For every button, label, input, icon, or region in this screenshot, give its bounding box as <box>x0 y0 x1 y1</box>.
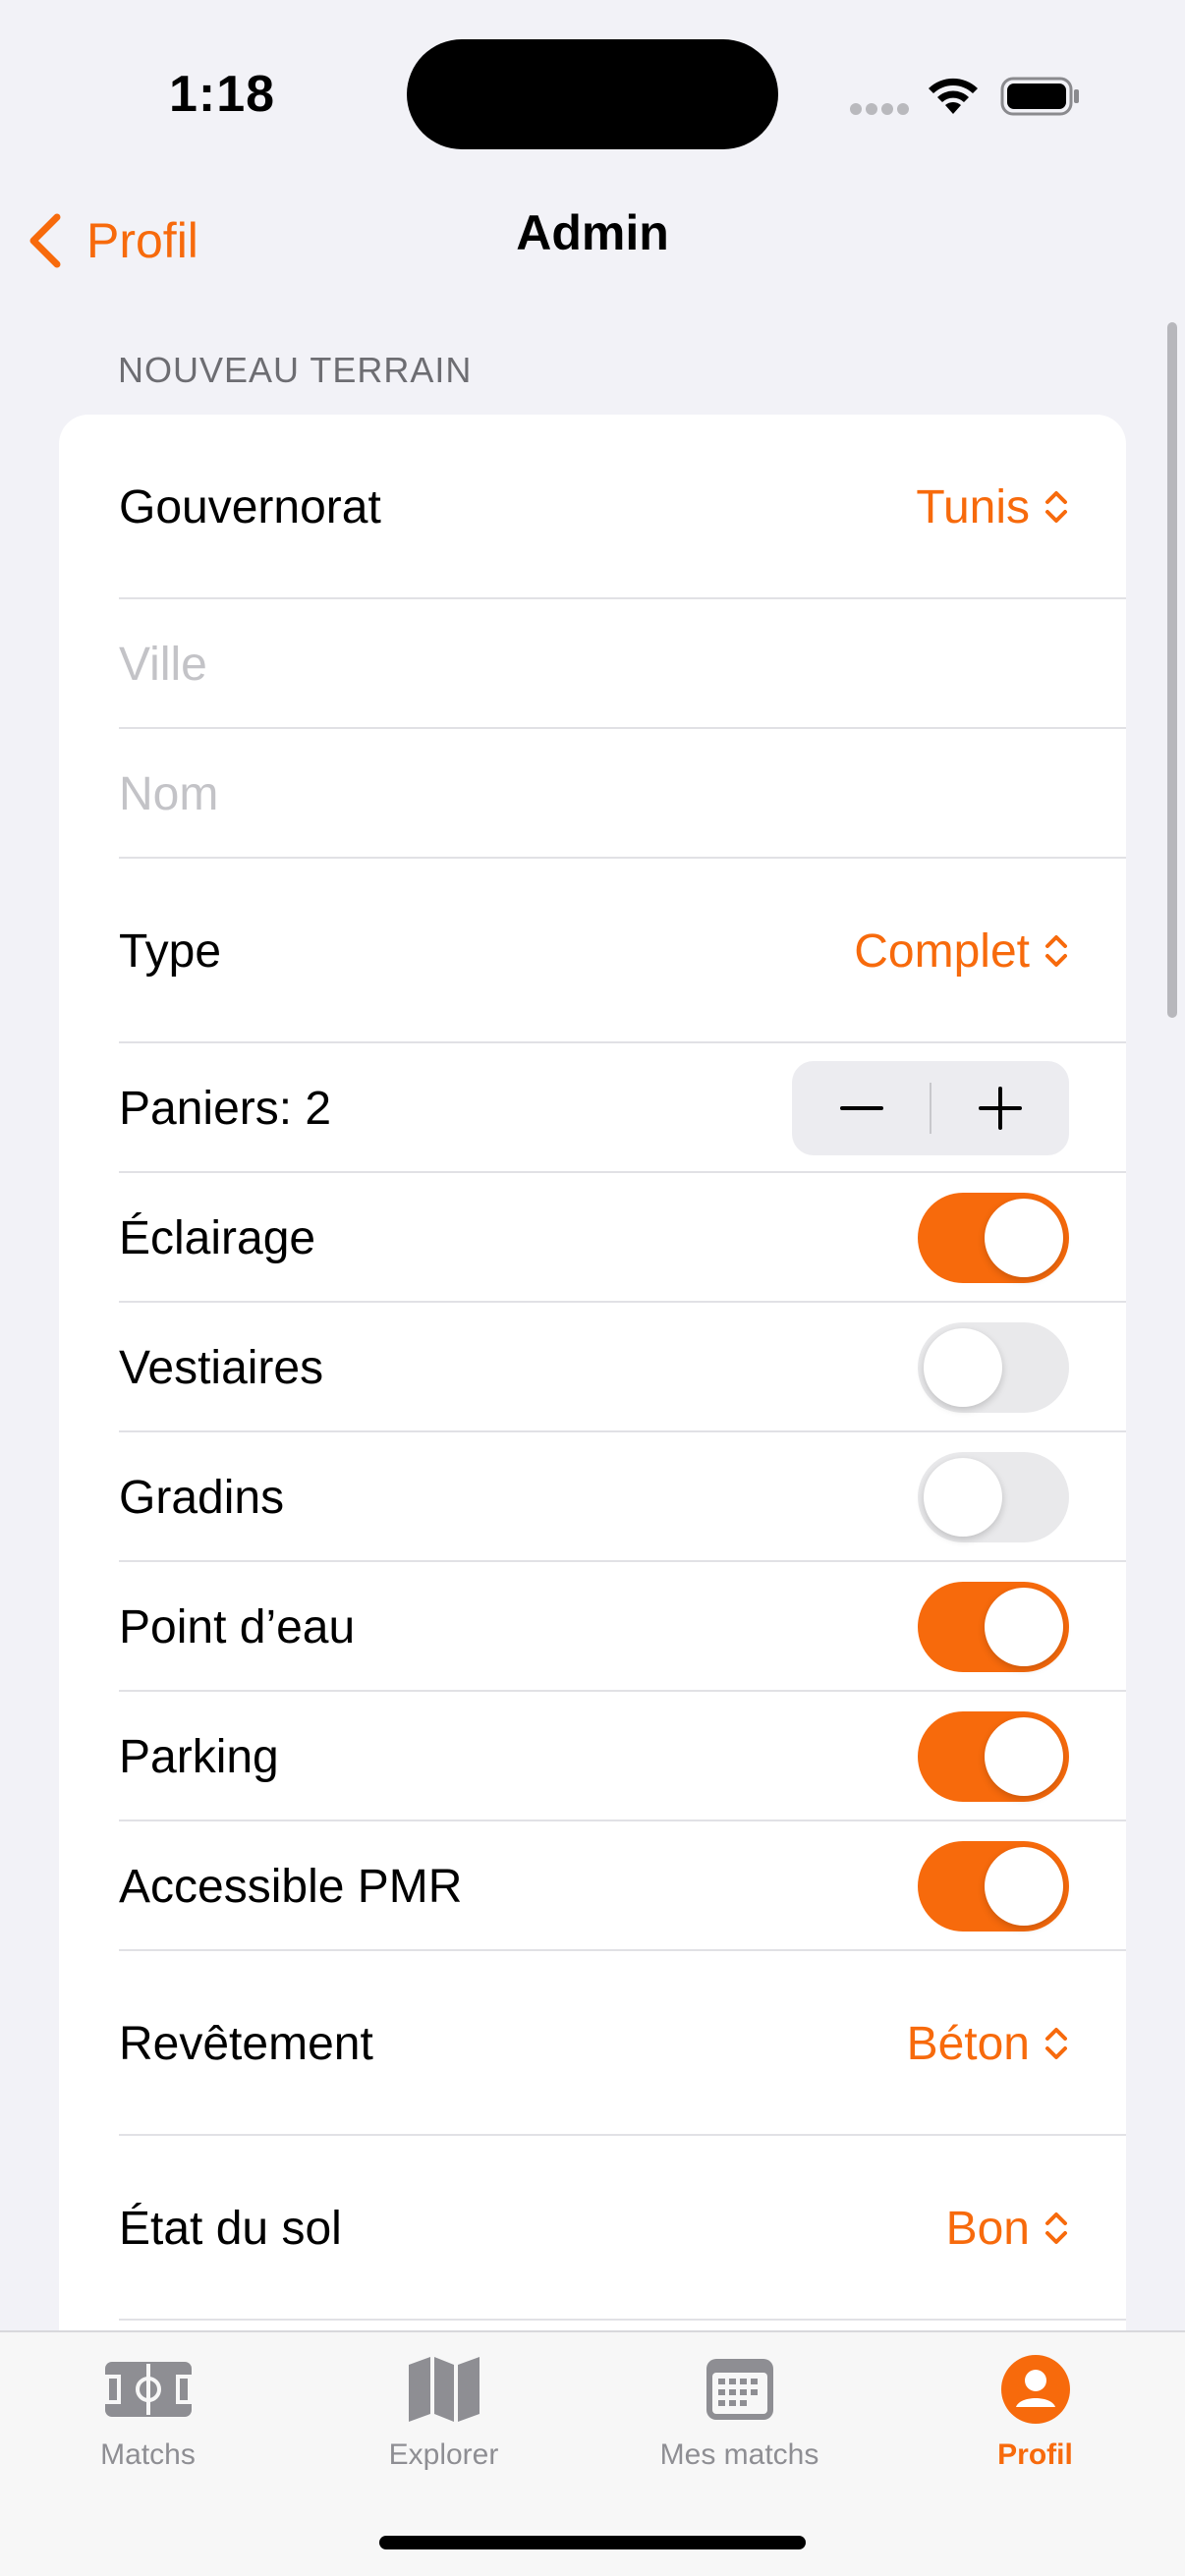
status-time: 1:18 <box>169 66 276 123</box>
toggle-row-point-deau: Point d’eau <box>59 1562 1126 1692</box>
tab-mes-matchs[interactable]: Mes matchs <box>592 2332 887 2490</box>
type-value: Complet <box>854 924 1030 978</box>
nom-field[interactable]: Nom <box>59 729 1126 859</box>
eclairage-label: Éclairage <box>119 1211 316 1264</box>
accessible-pmr-label: Accessible PMR <box>119 1860 463 1913</box>
vestiaires-label: Vestiaires <box>119 1341 324 1394</box>
ville-field[interactable]: Ville <box>59 599 1126 729</box>
paniers-stepper[interactable] <box>792 1061 1069 1155</box>
type-row[interactable]: Type Complet <box>59 859 1126 1043</box>
vestiaires-toggle[interactable] <box>918 1322 1069 1413</box>
point-deau-label: Point d’eau <box>119 1600 356 1653</box>
plus-icon <box>978 1087 1022 1130</box>
person-icon <box>1000 2355 1070 2424</box>
chevron-up-down-icon <box>1045 2212 1067 2244</box>
revetement-label: Revêtement <box>119 2017 373 2070</box>
ville-input[interactable]: Ville <box>119 638 1069 692</box>
gradins-toggle[interactable] <box>918 1452 1069 1542</box>
gouvernorat-row[interactable]: Gouvernorat Tunis <box>59 415 1126 599</box>
type-label: Type <box>119 924 222 978</box>
chevron-up-down-icon <box>1045 491 1067 523</box>
tab-matchs[interactable]: Matchs <box>0 2332 296 2490</box>
etat-sol-picker[interactable]: Bon <box>946 2202 1069 2256</box>
form-card: Gouvernorat Tunis Ville Nom Type Complet… <box>59 415 1126 2380</box>
paniers-row: Paniers: 2 <box>59 1043 1126 1173</box>
page-title: Admin <box>516 205 669 260</box>
etat-sol-label: État du sol <box>119 2202 342 2255</box>
gouvernorat-value: Tunis <box>916 480 1030 533</box>
dynamic-island <box>407 39 778 149</box>
battery-icon <box>1000 77 1079 116</box>
tab-label-mes-matchs: Mes matchs <box>659 2438 819 2471</box>
nom-input[interactable]: Nom <box>119 767 1069 821</box>
cellular-signal-icon <box>850 103 909 115</box>
gradins-label: Gradins <box>119 1471 285 1524</box>
increment-button[interactable] <box>931 1061 1069 1155</box>
decrement-button[interactable] <box>792 1061 931 1155</box>
gouvernorat-picker[interactable]: Tunis <box>916 480 1069 534</box>
status-bar: 1:18 <box>0 0 1185 187</box>
parking-toggle[interactable] <box>918 1711 1069 1802</box>
chevron-up-down-icon <box>1045 935 1067 967</box>
etat-sol-value: Bon <box>945 2202 1030 2255</box>
wifi-icon <box>929 78 978 114</box>
scroll-indicator[interactable] <box>1167 322 1177 1018</box>
chevron-up-down-icon <box>1045 2028 1067 2059</box>
map-icon <box>408 2357 480 2422</box>
eclairage-toggle[interactable] <box>918 1193 1069 1283</box>
home-indicator[interactable] <box>379 2536 806 2549</box>
toggle-row-parking: Parking <box>59 1692 1126 1821</box>
point-deau-toggle[interactable] <box>918 1582 1069 1672</box>
revetement-row[interactable]: Revêtement Béton <box>59 1951 1126 2136</box>
calendar-icon <box>705 2359 773 2420</box>
pitch-icon <box>104 2362 192 2417</box>
toggle-row-eclairage: Éclairage <box>59 1173 1126 1303</box>
tab-label-explorer: Explorer <box>388 2438 499 2471</box>
tab-label-matchs: Matchs <box>100 2438 196 2471</box>
etat-sol-row[interactable]: État du sol Bon <box>59 2136 1126 2321</box>
toggle-row-accessible-pmr: Accessible PMR <box>59 1821 1126 1951</box>
parking-label: Parking <box>119 1730 279 1783</box>
accessible-pmr-toggle[interactable] <box>918 1841 1069 1932</box>
revetement-value: Béton <box>906 2017 1030 2070</box>
toggle-row-gradins: Gradins <box>59 1432 1126 1562</box>
tab-profil[interactable]: Profil <box>887 2332 1183 2490</box>
paniers-label: Paniers: 2 <box>119 1082 332 1135</box>
type-picker[interactable]: Complet <box>854 924 1069 979</box>
navigation-bar: Profil Admin <box>0 187 1185 295</box>
revetement-picker[interactable]: Béton <box>907 2017 1069 2071</box>
tab-label-profil: Profil <box>997 2438 1073 2471</box>
minus-icon <box>839 1106 883 1110</box>
gouvernorat-label: Gouvernorat <box>119 480 381 533</box>
toggle-row-vestiaires: Vestiaires <box>59 1303 1126 1432</box>
section-header: NOUVEAU TERRAIN <box>118 350 473 390</box>
tab-explorer[interactable]: Explorer <box>296 2332 592 2490</box>
